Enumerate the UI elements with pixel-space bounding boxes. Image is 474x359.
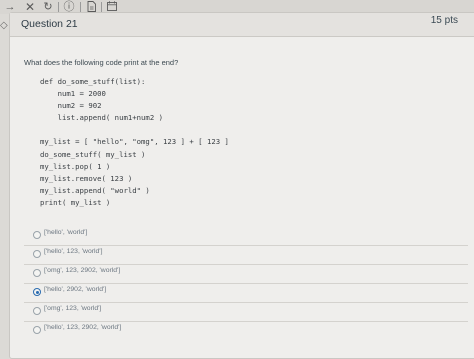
code-line: num1 = 2000: [40, 89, 106, 98]
answer-option-label: ['hello', 'world']: [44, 229, 88, 236]
code-line: my_list.pop( 1 ): [40, 162, 111, 171]
code-line: def do_some_stuff(list):: [40, 77, 146, 86]
radio-button[interactable]: [33, 269, 41, 277]
answer-option[interactable]: ['hello', 2902, 'world']: [24, 283, 468, 302]
radio-button[interactable]: [33, 250, 41, 258]
question-header: Question 21 15 pts: [10, 13, 474, 37]
answer-option-label: ['omg', 123, 'world']: [44, 305, 102, 312]
answer-option[interactable]: ['hello', 123, 'world']: [24, 245, 468, 264]
code-line: print( my_list ): [40, 198, 111, 207]
code-line: my_list = [ "hello", "omg", 123 ] + [ 12…: [40, 137, 229, 146]
radio-button[interactable]: [33, 326, 41, 334]
radio-button[interactable]: [33, 307, 41, 315]
answer-option-label: ['hello', 123, 'world']: [44, 248, 103, 255]
question-prompt: What does the following code print at th…: [24, 58, 179, 67]
answer-option-label: ['omg', 123, 2902, 'world']: [44, 267, 121, 274]
answer-option-label: ['hello', 2902, 'world']: [44, 286, 107, 293]
radio-button[interactable]: [33, 231, 41, 239]
question-card: Question 21 15 pts What does the followi…: [9, 12, 474, 359]
toolbar-divider: [58, 2, 59, 12]
code-line: list.append( num1+num2 ): [40, 113, 164, 122]
code-line: my_list.append( "world" ): [40, 186, 150, 195]
toolbar-divider: [80, 2, 81, 12]
answer-option[interactable]: ['hello', 'world']: [24, 227, 468, 245]
question-points: 15 pts: [430, 15, 458, 26]
answer-option[interactable]: ['omg', 123, 2902, 'world']: [24, 264, 468, 283]
answer-options: ['hello', 'world'] ['hello', 123, 'world…: [24, 227, 468, 340]
code-line: num2 = 902: [40, 101, 102, 110]
flag-icon[interactable]: ◇: [0, 20, 8, 31]
toolbar-divider: [101, 2, 102, 12]
radio-button-selected[interactable]: [33, 288, 41, 296]
answer-option[interactable]: ['omg', 123, 'world']: [24, 302, 468, 321]
answer-option[interactable]: ['hello', 123, 2902, 'world']: [24, 321, 468, 340]
question-title: Question 21: [21, 18, 78, 30]
answer-option-label: ['hello', 123, 2902, 'world']: [44, 324, 122, 331]
code-line: do_some_stuff( my_list ): [40, 150, 146, 159]
code-line: my_list.remove( 123 ): [40, 174, 133, 183]
